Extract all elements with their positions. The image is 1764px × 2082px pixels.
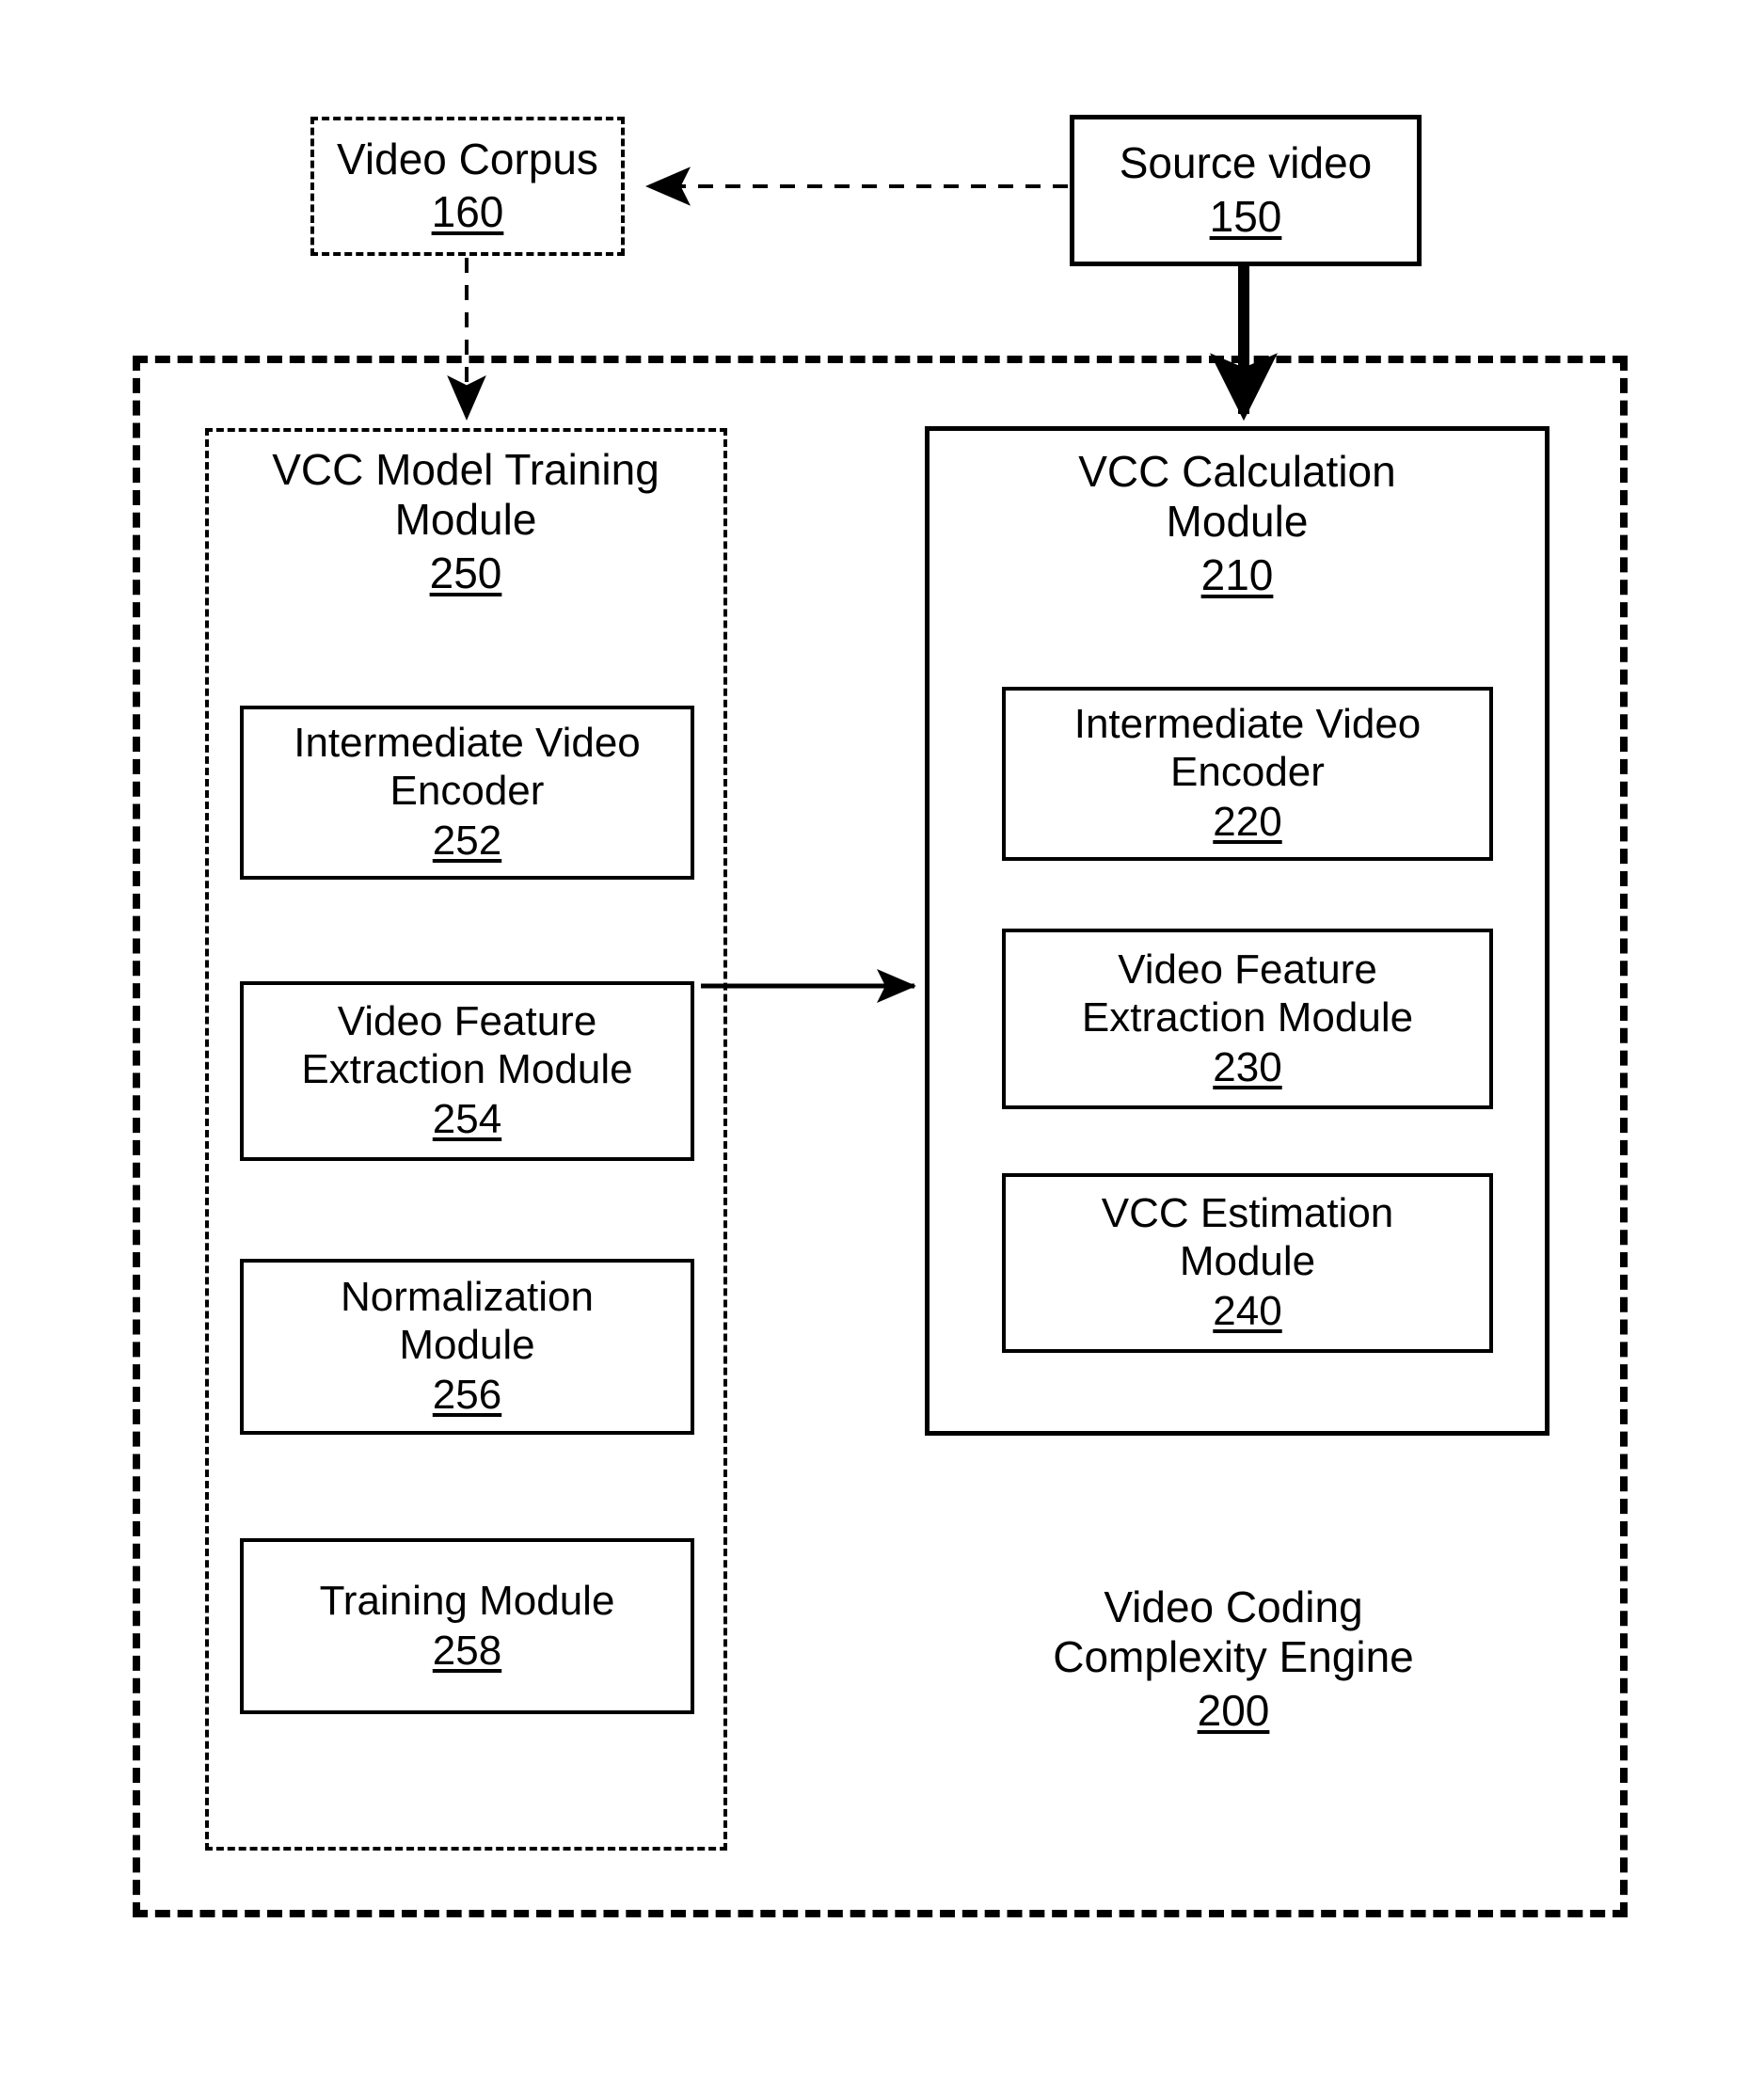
figure-canvas: Video Corpus 160 Source video 150 Video … xyxy=(0,0,1764,2082)
video-feature-extraction-module-230-label: Video Feature Extraction Module xyxy=(1081,946,1414,1041)
node-source-video: Source video 150 xyxy=(1070,115,1422,266)
source-video-ref: 150 xyxy=(1209,191,1282,241)
normalization-module-256-label: Normalization Module xyxy=(341,1274,594,1369)
node-video-corpus: Video Corpus 160 xyxy=(310,117,625,256)
training-module-258-ref: 258 xyxy=(432,1627,502,1674)
node-normalization-module-256: Normalization Module 256 xyxy=(240,1259,694,1435)
vcc-model-training-module-label: VCC Model Training Module xyxy=(272,445,660,545)
vcc-model-training-module-ref: 250 xyxy=(429,548,502,597)
normalization-module-256-ref: 256 xyxy=(432,1372,502,1419)
node-training-module-258: Training Module 258 xyxy=(240,1538,694,1714)
training-module-258-label: Training Module xyxy=(319,1577,615,1624)
intermediate-video-encoder-252-label: Intermediate Video Encoder xyxy=(294,720,641,815)
node-intermediate-video-encoder-220: Intermediate Video Encoder 220 xyxy=(1002,687,1493,861)
node-vcc-estimation-module-240: VCC Estimation Module 240 xyxy=(1002,1173,1493,1353)
vcc-calculation-module-label: VCC Calculation Module xyxy=(1078,447,1396,547)
video-corpus-label: Video Corpus xyxy=(337,134,598,183)
video-corpus-ref: 160 xyxy=(431,187,504,237)
video-feature-extraction-module-254-ref: 254 xyxy=(432,1096,502,1143)
vcc-estimation-module-240-label: VCC Estimation Module xyxy=(1101,1190,1394,1285)
engine-label: Video Coding Complexity Engine xyxy=(1053,1582,1414,1682)
intermediate-video-encoder-220-ref: 220 xyxy=(1213,799,1282,846)
engine-ref: 200 xyxy=(1197,1685,1270,1735)
vcc-estimation-module-240-ref: 240 xyxy=(1213,1288,1282,1335)
engine-caption: Video Coding Complexity Engine 200 xyxy=(946,1582,1520,1737)
video-feature-extraction-module-254-label: Video Feature Extraction Module xyxy=(301,998,633,1093)
vcc-calculation-module-header: VCC Calculation Module 210 xyxy=(936,447,1538,601)
node-intermediate-video-encoder-252: Intermediate Video Encoder 252 xyxy=(240,706,694,880)
vcc-calculation-module-ref: 210 xyxy=(1200,549,1274,599)
source-video-label: Source video xyxy=(1119,138,1373,188)
intermediate-video-encoder-220-label: Intermediate Video Encoder xyxy=(1073,701,1422,796)
video-feature-extraction-module-230-ref: 230 xyxy=(1213,1043,1282,1090)
node-video-feature-extraction-module-230: Video Feature Extraction Module 230 xyxy=(1002,929,1493,1109)
node-video-feature-extraction-module-254: Video Feature Extraction Module 254 xyxy=(240,981,694,1161)
vcc-model-training-module-header: VCC Model Training Module 250 xyxy=(216,445,715,599)
intermediate-video-encoder-252-ref: 252 xyxy=(432,818,502,865)
